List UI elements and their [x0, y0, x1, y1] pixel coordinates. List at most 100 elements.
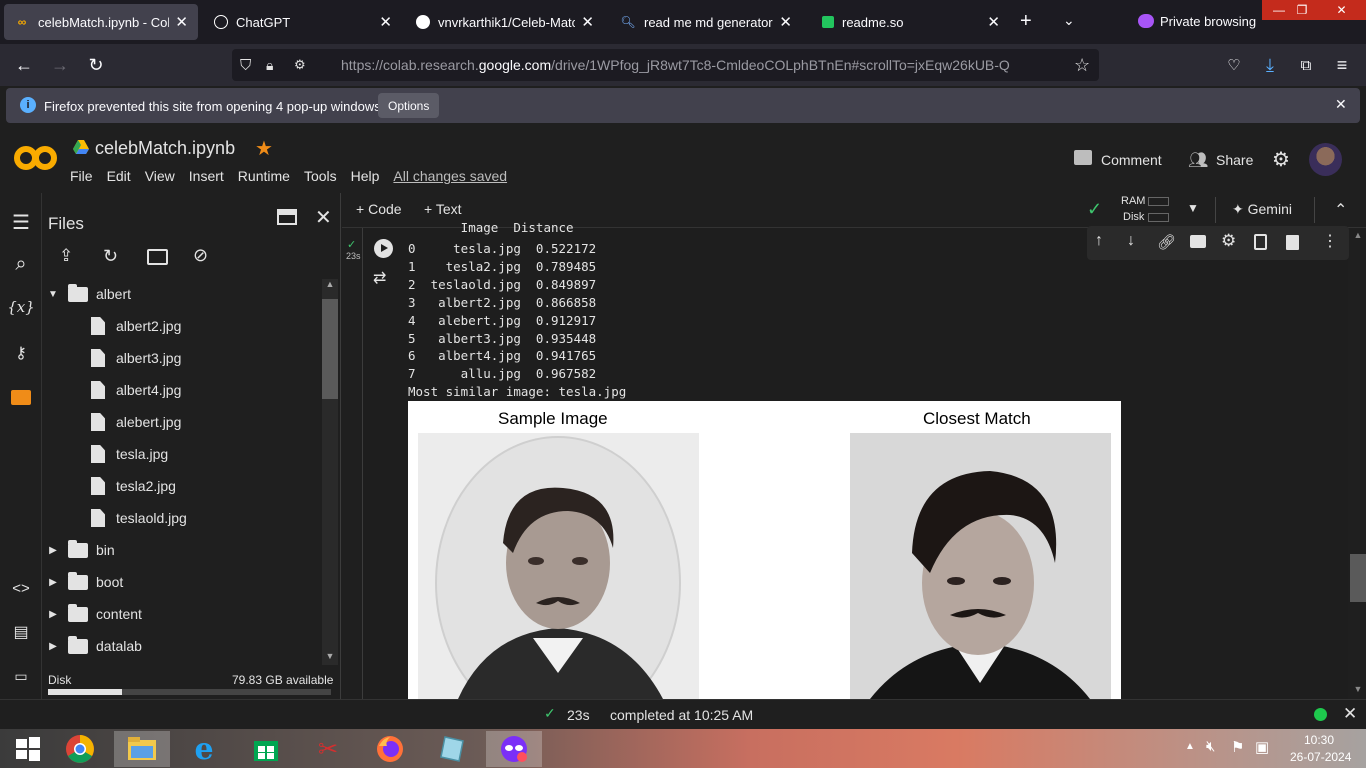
menu-hamburger-icon[interactable]: ≡ — [1329, 52, 1355, 78]
gemini-button[interactable]: ✦ Gemini — [1232, 201, 1292, 218]
refresh-icon[interactable]: ↻ — [103, 246, 118, 267]
caret-right-icon[interactable]: ▶ — [46, 641, 60, 652]
comment-icon[interactable] — [1074, 150, 1092, 165]
show-hidden-icons-chevron-icon[interactable]: ▲ — [1185, 741, 1195, 752]
star-icon[interactable]: ★ — [255, 136, 273, 161]
file-tree-folder[interactable]: ▶ boot — [46, 566, 123, 598]
internet-explorer-icon[interactable]: e — [176, 731, 232, 767]
file-tree-folder[interactable]: ▼ albert — [46, 278, 131, 310]
secrets-key-icon[interactable]: ⚷ — [8, 340, 34, 366]
microsoft-store-icon[interactable] — [238, 731, 294, 767]
close-tab-icon[interactable]: ✕ — [379, 13, 392, 31]
add-code-button[interactable]: + Code — [356, 201, 402, 217]
file-tree-file[interactable]: tesla2.jpg — [91, 470, 176, 502]
menu-help[interactable]: Help — [351, 168, 380, 184]
saved-status-link[interactable]: All changes saved — [393, 168, 507, 184]
runtime-dropdown-icon[interactable]: ▼ — [1187, 201, 1199, 215]
notebook-scrollbar[interactable]: ▲ ▼ — [1350, 228, 1366, 699]
menu-edit[interactable]: Edit — [107, 168, 131, 184]
upload-file-icon[interactable]: ⇪ — [59, 246, 73, 266]
close-window-button[interactable]: ✕ — [1317, 0, 1366, 20]
caret-down-icon[interactable]: ▼ — [46, 289, 60, 300]
file-tree-file[interactable]: albert4.jpg — [91, 374, 181, 406]
colab-logo-icon[interactable] — [14, 144, 58, 172]
files-folder-icon[interactable] — [8, 384, 34, 410]
close-tab-icon[interactable]: ✕ — [581, 13, 594, 31]
pocket-icon[interactable]: ♡ — [1221, 52, 1247, 78]
close-panel-icon[interactable]: ✕ — [315, 205, 332, 230]
menu-runtime[interactable]: Runtime — [238, 168, 290, 184]
collapse-chevron-up-icon[interactable]: ⌃ — [1334, 200, 1347, 220]
disk-meter[interactable] — [1148, 213, 1169, 222]
command-palette-icon[interactable]: ▤ — [8, 619, 34, 645]
clock-date[interactable]: 26-07-2024 — [1290, 750, 1351, 764]
scroll-up-arrow-icon[interactable]: ▲ — [322, 279, 338, 289]
scroll-down-arrow-icon[interactable]: ▼ — [322, 651, 338, 661]
file-tree-file[interactable]: albert3.jpg — [91, 342, 181, 374]
bookmark-star-icon[interactable]: ☆ — [1074, 55, 1090, 76]
toggle-panel-icon[interactable] — [277, 209, 297, 225]
menu-file[interactable]: File — [70, 168, 93, 184]
file-tree-file[interactable]: tesla.jpg — [91, 438, 168, 470]
shield-icon[interactable]: ⛉ — [240, 57, 251, 74]
cell-settings-gear-icon[interactable]: ⚙ — [1221, 231, 1236, 251]
firefox-icon[interactable] — [362, 731, 418, 767]
file-tree-folder[interactable]: ▶ content — [46, 598, 142, 630]
mirror-cell-icon[interactable] — [1254, 234, 1267, 250]
share-button[interactable]: Share — [1216, 152, 1253, 168]
run-cell-button[interactable] — [374, 239, 393, 258]
more-options-icon[interactable]: ⋮ — [1322, 231, 1338, 251]
notebook-scrollbar-thumb[interactable] — [1350, 554, 1366, 602]
menu-tools[interactable]: Tools — [304, 168, 337, 184]
file-tree-file[interactable]: teslaold.jpg — [91, 502, 187, 534]
file-tree-folder[interactable]: ▶ bin — [46, 534, 115, 566]
close-tab-icon[interactable]: ✕ — [175, 13, 188, 31]
share-people-icon[interactable]: 👥︎ — [1188, 150, 1208, 170]
lock-icon[interactable]: 🔒︎ — [266, 57, 273, 74]
scroll-down-arrow-icon[interactable]: ▼ — [1350, 684, 1366, 694]
move-cell-down-icon[interactable]: ↓ — [1127, 232, 1135, 250]
tab-colab[interactable]: ∞ celebMatch.ipynb - Colab ✕ — [4, 4, 198, 40]
table-of-contents-icon[interactable]: ☰ — [8, 209, 34, 235]
notebook-title[interactable]: celebMatch.ipynb — [95, 138, 235, 159]
search-icon[interactable]: ⌕ — [8, 251, 34, 277]
close-notification-icon[interactable]: ✕ — [1335, 96, 1347, 113]
file-explorer-icon[interactable] — [114, 731, 170, 767]
permissions-icon[interactable]: ⚙ — [294, 57, 306, 73]
file-tree-file[interactable]: alebert.jpg — [91, 406, 181, 438]
restore-window-button[interactable]: ❐ — [1287, 0, 1317, 20]
display-icon[interactable]: ▣ — [1255, 738, 1269, 756]
clock-time[interactable]: 10:30 — [1304, 733, 1334, 747]
downloads-icon[interactable]: ⤓ — [1257, 52, 1283, 78]
windows-start-icon[interactable] — [0, 731, 56, 767]
link-icon[interactable]: 🔗︎ — [1157, 233, 1176, 251]
variables-icon[interactable]: {x} — [7, 294, 35, 320]
tab-readme-generator[interactable]: 🔍︎ read me md generator by fi ✕ — [610, 4, 802, 40]
menu-insert[interactable]: Insert — [189, 168, 224, 184]
add-comment-icon[interactable] — [1190, 235, 1206, 248]
list-tabs-chevron-icon[interactable]: ⌄ — [1063, 12, 1075, 29]
network-icon[interactable]: ⚑ — [1231, 738, 1244, 756]
hide-files-icon[interactable]: ⊘ — [193, 245, 208, 266]
terminal-icon[interactable]: ▭ — [8, 663, 34, 689]
forward-arrow-icon[interactable]: → — [47, 52, 73, 78]
back-arrow-icon[interactable]: ← — [11, 52, 37, 78]
user-avatar[interactable] — [1309, 143, 1342, 176]
file-tree-file[interactable]: albert2.jpg — [91, 310, 181, 342]
tab-readme-so[interactable]: readme.so ✕ — [812, 4, 1010, 40]
new-tab-icon[interactable]: + — [1020, 10, 1032, 33]
files-scrollbar[interactable]: ▲ ▼ — [322, 279, 338, 665]
settings-gear-icon[interactable]: ⚙ — [1272, 147, 1290, 172]
file-tree-folder[interactable]: ▶ datalab — [46, 630, 142, 662]
url-bar[interactable]: ⛉ 🔒︎ ⚙ https://colab.research.google.com… — [232, 49, 1099, 81]
snipping-tool-icon[interactable]: ✂ — [300, 731, 356, 767]
scroll-up-arrow-icon[interactable]: ▲ — [1350, 230, 1366, 240]
move-cell-up-icon[interactable]: ↑ — [1095, 232, 1103, 250]
firefox-private-icon[interactable] — [486, 731, 542, 767]
ram-meter[interactable] — [1148, 197, 1169, 206]
extensions-icon[interactable]: ⧉ — [1293, 52, 1319, 78]
close-tab-icon[interactable]: ✕ — [779, 13, 792, 31]
delete-cell-trash-icon[interactable] — [1286, 235, 1299, 250]
notification-options-button[interactable]: Options — [378, 93, 440, 118]
code-snippets-icon[interactable]: <> — [8, 575, 34, 601]
